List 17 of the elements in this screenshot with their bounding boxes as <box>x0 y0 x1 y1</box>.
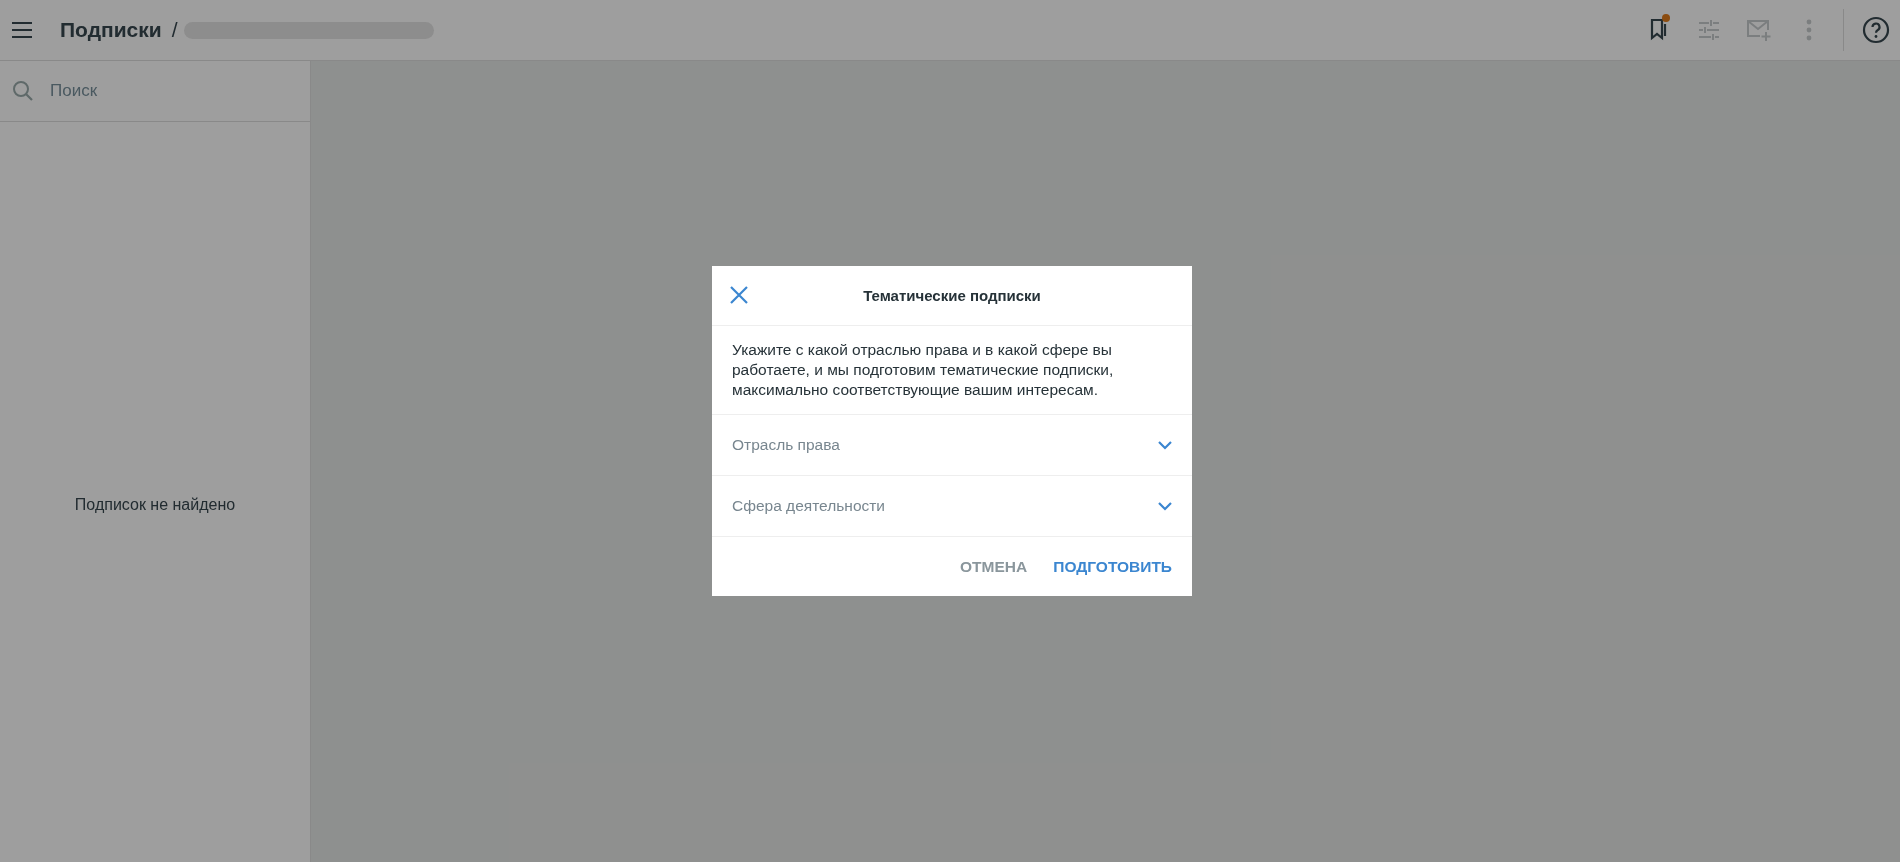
bookmark-icon[interactable] <box>1650 18 1668 42</box>
search-field[interactable]: Поиск <box>48 80 298 102</box>
chevron-down-icon <box>1158 501 1172 511</box>
menu-icon[interactable] <box>12 22 32 38</box>
prepare-button[interactable]: ПОДГОТОВИТЬ <box>1045 549 1180 584</box>
help-icon[interactable] <box>1862 16 1890 44</box>
dialog-description: Укажите с какой отраслью права и в какой сфере вы работаете, и мы подготовим тематические подписки, максимально соответствующие вашим интересам. <box>712 326 1192 415</box>
close-button[interactable] <box>728 284 750 306</box>
page-title: Подписки <box>60 18 162 42</box>
cancel-button[interactable]: ОТМЕНА <box>952 549 1036 584</box>
dropdown-field[interactable]: Сфера деятельности <box>712 476 1192 537</box>
chevron-down-icon <box>1158 440 1172 450</box>
dialog-title: Тематические подписки <box>863 287 1041 304</box>
search-icon <box>12 80 34 102</box>
breadcrumb-separator: / <box>171 18 178 42</box>
empty-message: Подписок не найдено <box>74 496 236 515</box>
dropdown-field[interactable]: Отрасль права <box>712 415 1192 476</box>
